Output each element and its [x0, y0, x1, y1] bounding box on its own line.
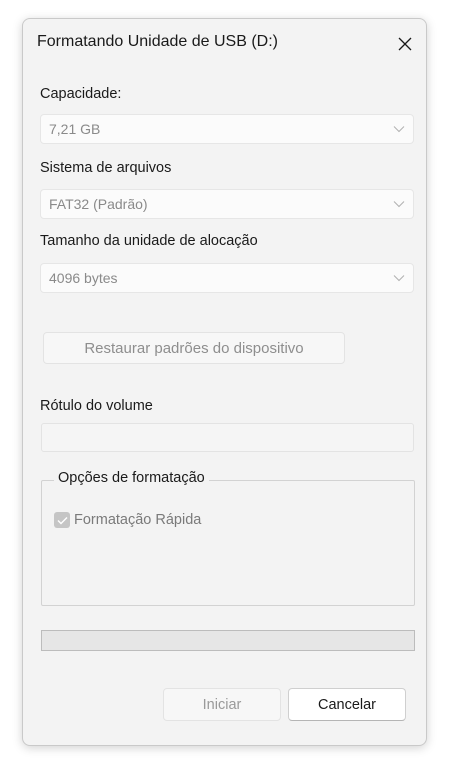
chevron-down-icon — [393, 201, 405, 208]
cancel-button[interactable]: Cancelar — [288, 688, 406, 721]
format-options-group: Opções de formatação Formatação Rápida — [41, 470, 415, 606]
capacity-value: 7,21 GB — [49, 121, 101, 137]
capacity-dropdown[interactable]: 7,21 GB — [40, 114, 414, 144]
format-progress-bar — [41, 630, 415, 651]
format-options-legend: Opções de formatação — [54, 470, 209, 486]
checkmark-icon — [57, 516, 67, 524]
quick-format-label: Formatação Rápida — [74, 512, 202, 528]
close-icon — [398, 37, 412, 51]
dialog-title: Formatando Unidade de USB (D:) — [37, 33, 278, 50]
file-system-value: FAT32 (Padrão) — [49, 196, 148, 212]
close-button[interactable] — [390, 29, 420, 59]
title-bar: Formatando Unidade de USB (D:) — [23, 19, 426, 71]
file-system-dropdown[interactable]: FAT32 (Padrão) — [40, 189, 414, 219]
start-button[interactable]: Iniciar — [163, 688, 281, 721]
allocation-unit-value: 4096 bytes — [49, 270, 118, 286]
file-system-label: Sistema de arquivos — [40, 160, 172, 176]
allocation-unit-dropdown[interactable]: 4096 bytes — [40, 263, 414, 293]
restore-defaults-button[interactable]: Restaurar padrões do dispositivo — [43, 332, 345, 364]
format-dialog: Formatando Unidade de USB (D:) Capacidad… — [22, 18, 427, 746]
allocation-unit-label: Tamanho da unidade de alocação — [40, 233, 258, 249]
volume-label-input[interactable] — [41, 423, 414, 452]
capacity-label: Capacidade: — [40, 86, 122, 102]
chevron-down-icon — [393, 275, 405, 282]
chevron-down-icon — [393, 126, 405, 133]
quick-format-option[interactable]: Formatação Rápida — [54, 512, 201, 528]
quick-format-checkbox[interactable] — [54, 512, 70, 528]
volume-label-caption: Rótulo do volume — [40, 398, 153, 414]
